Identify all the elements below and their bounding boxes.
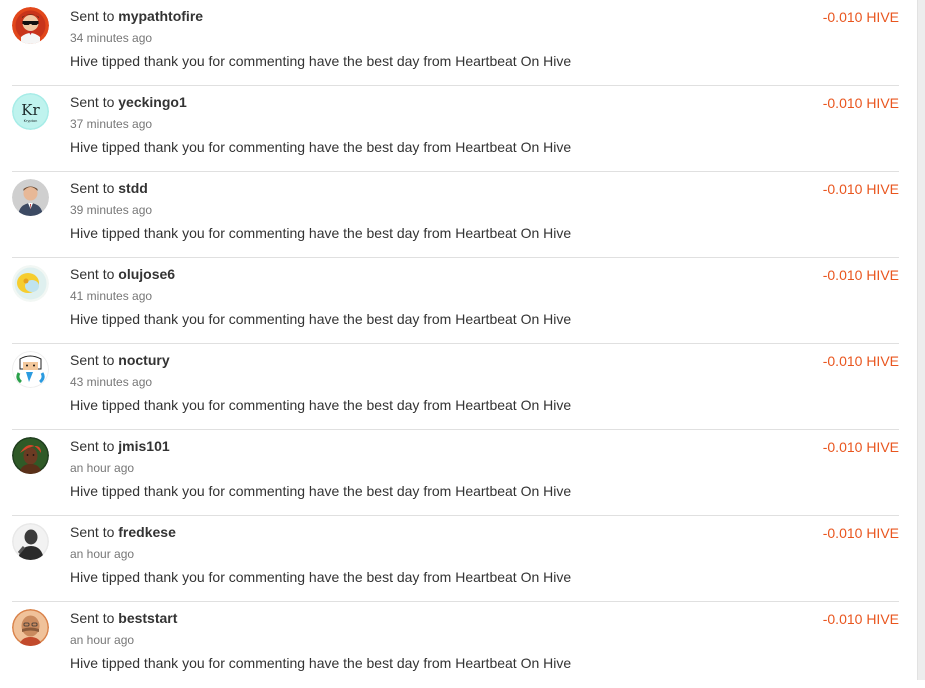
- avatar-bald-man-icon: [12, 609, 49, 646]
- avatar-woman-icon: [12, 437, 49, 474]
- timestamp: an hour ago: [70, 547, 135, 561]
- list-item: Sent to fredkese an hour ago Hive tipped…: [12, 516, 899, 602]
- avatar-cartoon-icon: [12, 351, 49, 388]
- transfer-list: Sent to mypathtofire 34 minutes ago Hive…: [0, 0, 918, 688]
- transfer-description: Sent to mypathtofire: [70, 8, 203, 24]
- transfer-prefix: Sent to: [70, 610, 115, 626]
- list-item: Sent to jmis101 an hour ago Hive tipped …: [12, 430, 899, 516]
- memo: Hive tipped thank you for commenting hav…: [70, 139, 572, 155]
- recipient-link[interactable]: mypathtofire: [118, 8, 203, 24]
- transfer-description: Sent to jmis101: [70, 438, 170, 454]
- avatar-sunglasses-icon: [12, 7, 49, 44]
- timestamp: 41 minutes ago: [70, 289, 153, 303]
- amount: -0.010 HIVE: [822, 353, 899, 369]
- list-item: Sent to stdd 39 minutes ago Hive tipped …: [12, 172, 899, 258]
- transfer-prefix: Sent to: [70, 352, 115, 368]
- amount: -0.010 HIVE: [822, 181, 899, 197]
- avatar[interactable]: [12, 351, 49, 388]
- memo: Hive tipped thank you for commenting hav…: [70, 53, 572, 69]
- transfer-description: Sent to stdd: [70, 180, 148, 196]
- recipient-link[interactable]: stdd: [118, 180, 148, 196]
- transfer-description: Sent to beststart: [70, 610, 177, 626]
- amount: -0.010 HIVE: [822, 95, 899, 111]
- avatar[interactable]: [12, 437, 49, 474]
- timestamp: 43 minutes ago: [70, 375, 153, 389]
- transfer-prefix: Sent to: [70, 94, 115, 110]
- krypton-name: Krypton: [24, 119, 38, 123]
- avatar[interactable]: [12, 179, 49, 216]
- timestamp: 34 minutes ago: [70, 31, 153, 45]
- recipient-link[interactable]: beststart: [118, 610, 177, 626]
- transfer-description: Sent to noctury: [70, 352, 170, 368]
- krypton-symbol: Kr: [21, 101, 40, 119]
- timestamp: 39 minutes ago: [70, 203, 153, 217]
- timestamp: an hour ago: [70, 633, 135, 647]
- avatar[interactable]: [12, 7, 49, 44]
- timestamp: an hour ago: [70, 461, 135, 475]
- avatar[interactable]: [12, 265, 49, 302]
- list-item: Sent to olujose6 41 minutes ago Hive tip…: [12, 258, 899, 344]
- memo: Hive tipped thank you for commenting hav…: [70, 483, 572, 499]
- avatar-man-suit-icon: [12, 179, 49, 216]
- memo: Hive tipped thank you for commenting hav…: [70, 655, 572, 671]
- recipient-link[interactable]: olujose6: [118, 266, 175, 282]
- amount: -0.010 HIVE: [822, 267, 899, 283]
- memo: Hive tipped thank you for commenting hav…: [70, 569, 572, 585]
- avatar[interactable]: [12, 523, 49, 560]
- avatar[interactable]: [12, 609, 49, 646]
- transfer-prefix: Sent to: [70, 180, 115, 196]
- transfer-prefix: Sent to: [70, 266, 115, 282]
- memo: Hive tipped thank you for commenting hav…: [70, 311, 572, 327]
- transfer-description: Sent to yeckingo1: [70, 94, 187, 110]
- recipient-link[interactable]: yeckingo1: [118, 94, 186, 110]
- amount: -0.010 HIVE: [822, 439, 899, 455]
- list-item: Kr Krypton Sent to yeckingo1 37 minutes …: [12, 86, 899, 172]
- memo: Hive tipped thank you for commenting hav…: [70, 397, 572, 413]
- list-item: Sent to beststart an hour ago Hive tippe…: [12, 602, 899, 688]
- recipient-link[interactable]: jmis101: [118, 438, 169, 454]
- recipient-link[interactable]: fredkese: [118, 524, 176, 540]
- amount: -0.010 HIVE: [822, 9, 899, 25]
- memo: Hive tipped thank you for commenting hav…: [70, 225, 572, 241]
- recipient-link[interactable]: noctury: [118, 352, 169, 368]
- avatar[interactable]: Kr Krypton: [12, 93, 49, 130]
- avatar-bw-man-icon: [12, 523, 49, 560]
- transfer-description: Sent to olujose6: [70, 266, 175, 282]
- amount: -0.010 HIVE: [822, 611, 899, 627]
- amount: -0.010 HIVE: [822, 525, 899, 541]
- transfer-prefix: Sent to: [70, 8, 115, 24]
- avatar-yellow-blob-icon: [12, 265, 49, 302]
- scrollbar[interactable]: [917, 0, 925, 680]
- transfer-prefix: Sent to: [70, 524, 115, 540]
- transfer-description: Sent to fredkese: [70, 524, 176, 540]
- list-item: Sent to noctury 43 minutes ago Hive tipp…: [12, 344, 899, 430]
- timestamp: 37 minutes ago: [70, 117, 153, 131]
- avatar-krypton-icon: Kr Krypton: [12, 93, 49, 130]
- list-item: Sent to mypathtofire 34 minutes ago Hive…: [12, 0, 899, 86]
- transfer-prefix: Sent to: [70, 438, 115, 454]
